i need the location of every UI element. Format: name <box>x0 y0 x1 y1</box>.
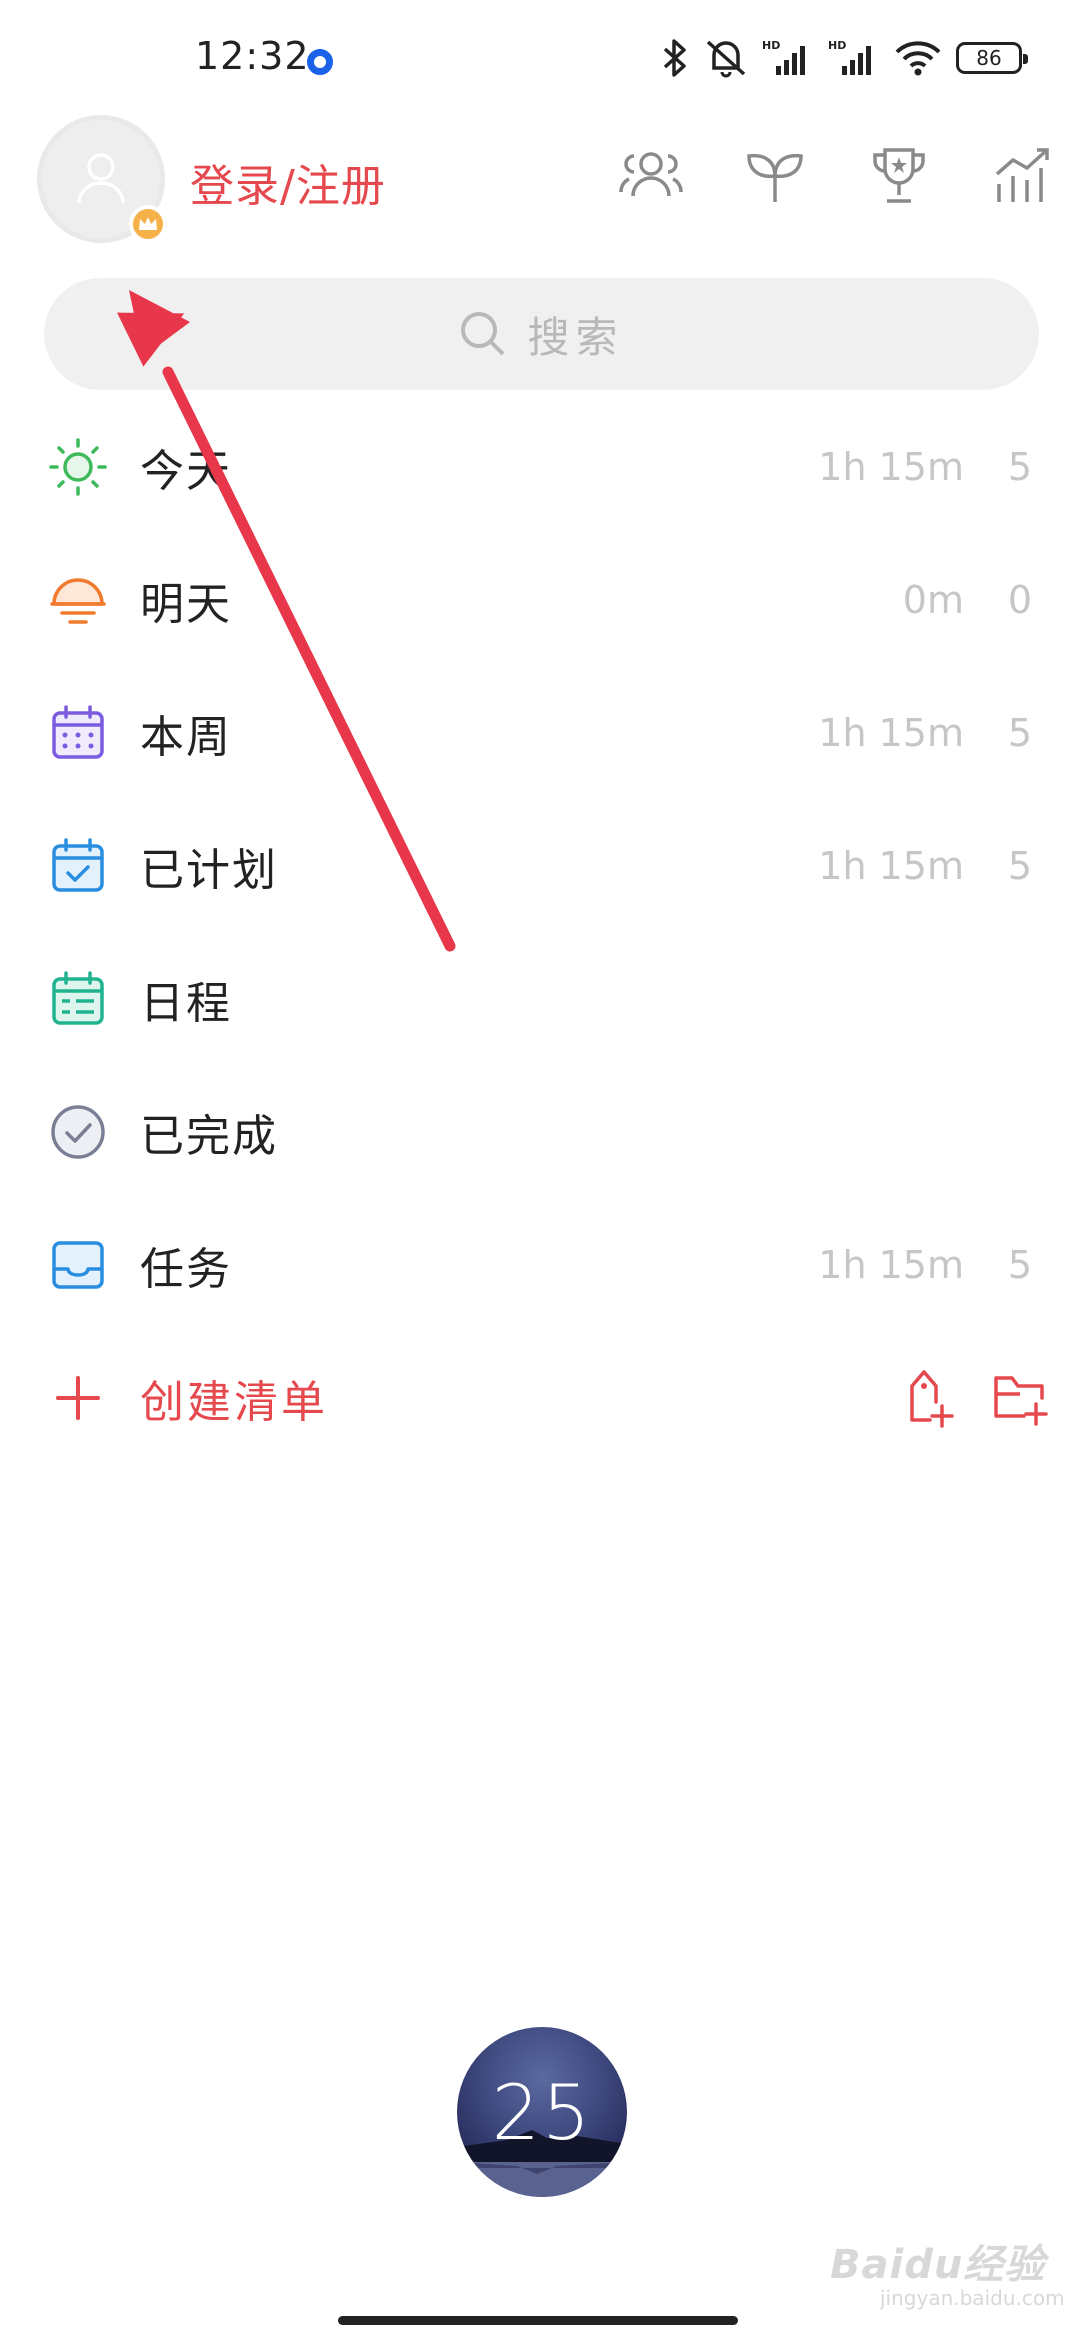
bluetooth-icon <box>660 38 690 78</box>
sunrise-icon <box>48 570 108 630</box>
sidebar-item-count: 5 <box>1007 710 1032 755</box>
sidebar-item-duration: 1h 15m <box>818 710 964 755</box>
sidebar-item-duration: 0m <box>902 577 964 622</box>
search-placeholder: 搜索 <box>527 312 624 362</box>
sidebar-item-duration: 1h 15m <box>818 1242 964 1287</box>
sidebar-item-count: 0 <box>1007 577 1032 622</box>
sidebar-item-count: 5 <box>1007 843 1032 888</box>
avatar-button[interactable] <box>37 115 167 243</box>
pomodoro-count: 25 <box>491 2067 593 2157</box>
sidebar-menu: 今天 1h 15m 5 明天 0m 0 本周 1h 15m 5 已计划 1h 1… <box>0 400 1080 1464</box>
add-folder-icon[interactable] <box>988 1366 1052 1430</box>
sidebar-item-label: 今天 <box>140 445 232 497</box>
svg-text:HD: HD <box>828 39 846 52</box>
sidebar-item-duration: 1h 15m <box>818 843 964 888</box>
plus-icon[interactable] <box>48 1368 108 1428</box>
sidebar-item-label: 明天 <box>140 578 232 630</box>
battery-level: 86 <box>976 46 1002 70</box>
calendar-week-icon <box>48 703 108 763</box>
watermark-logo: Baidu经验 <box>830 2242 1046 2288</box>
mute-bell-icon <box>704 38 748 78</box>
sidebar-item-count: 5 <box>1007 444 1032 489</box>
sidebar-item-label: 已计划 <box>140 844 278 896</box>
create-list-row: 创建清单 <box>0 1331 1080 1464</box>
pomodoro-timer-button[interactable]: 25 <box>457 2027 627 2197</box>
status-bar: 12:32 HD HD 86 <box>0 0 1080 110</box>
header-toolbar <box>618 143 1056 209</box>
login-register-link[interactable]: 登录/注册 <box>190 150 386 214</box>
sidebar-item-label: 任务 <box>140 1243 232 1295</box>
watermark-url: jingyan.baidu.com <box>880 2286 1065 2310</box>
sidebar-item-completed[interactable]: 已完成 <box>0 1065 1080 1198</box>
svg-text:HD: HD <box>762 39 780 52</box>
sidebar-item-tomorrow[interactable]: 明天 0m 0 <box>0 533 1080 666</box>
add-tag-icon[interactable] <box>896 1366 960 1430</box>
sidebar-item-duration: 1h 15m <box>818 444 964 489</box>
search-icon <box>461 312 505 356</box>
sidebar-item-label: 已完成 <box>140 1110 278 1162</box>
battery-indicator: 86 <box>956 42 1028 74</box>
sidebar-item-label: 日程 <box>140 977 232 1029</box>
status-time: 12:32 <box>195 34 310 78</box>
signal-hd-2-icon: HD <box>828 38 880 78</box>
inbox-icon <box>48 1235 108 1295</box>
calendar-schedule-icon <box>48 969 108 1029</box>
sidebar-item-planned[interactable]: 已计划 1h 15m 5 <box>0 799 1080 932</box>
sidebar-item-tasks[interactable]: 任务 1h 15m 5 <box>0 1198 1080 1331</box>
calendar-check-icon <box>48 836 108 896</box>
home-indicator[interactable] <box>338 2316 738 2325</box>
trophy-icon[interactable] <box>866 143 932 209</box>
check-circle-icon <box>48 1102 108 1162</box>
sprout-icon[interactable] <box>742 143 808 209</box>
signal-hd-1-icon: HD <box>762 38 814 78</box>
statistics-icon[interactable] <box>990 143 1056 209</box>
notification-dot-icon <box>307 49 333 75</box>
sidebar-item-schedule[interactable]: 日程 <box>0 932 1080 1065</box>
sidebar-item-count: 5 <box>1007 1242 1032 1287</box>
wifi-icon <box>894 38 942 78</box>
create-list-button[interactable]: 创建清单 <box>140 1366 328 1430</box>
friends-icon[interactable] <box>618 143 684 209</box>
sidebar-item-label: 本周 <box>140 711 232 763</box>
search-input[interactable]: 搜索 <box>44 278 1039 390</box>
sidebar-item-today[interactable]: 今天 1h 15m 5 <box>0 400 1080 533</box>
user-icon <box>77 153 125 204</box>
status-icons: HD HD 86 <box>660 36 1028 80</box>
sun-icon <box>48 437 108 497</box>
crown-icon <box>129 205 167 243</box>
sidebar-item-this-week[interactable]: 本周 1h 15m 5 <box>0 666 1080 799</box>
